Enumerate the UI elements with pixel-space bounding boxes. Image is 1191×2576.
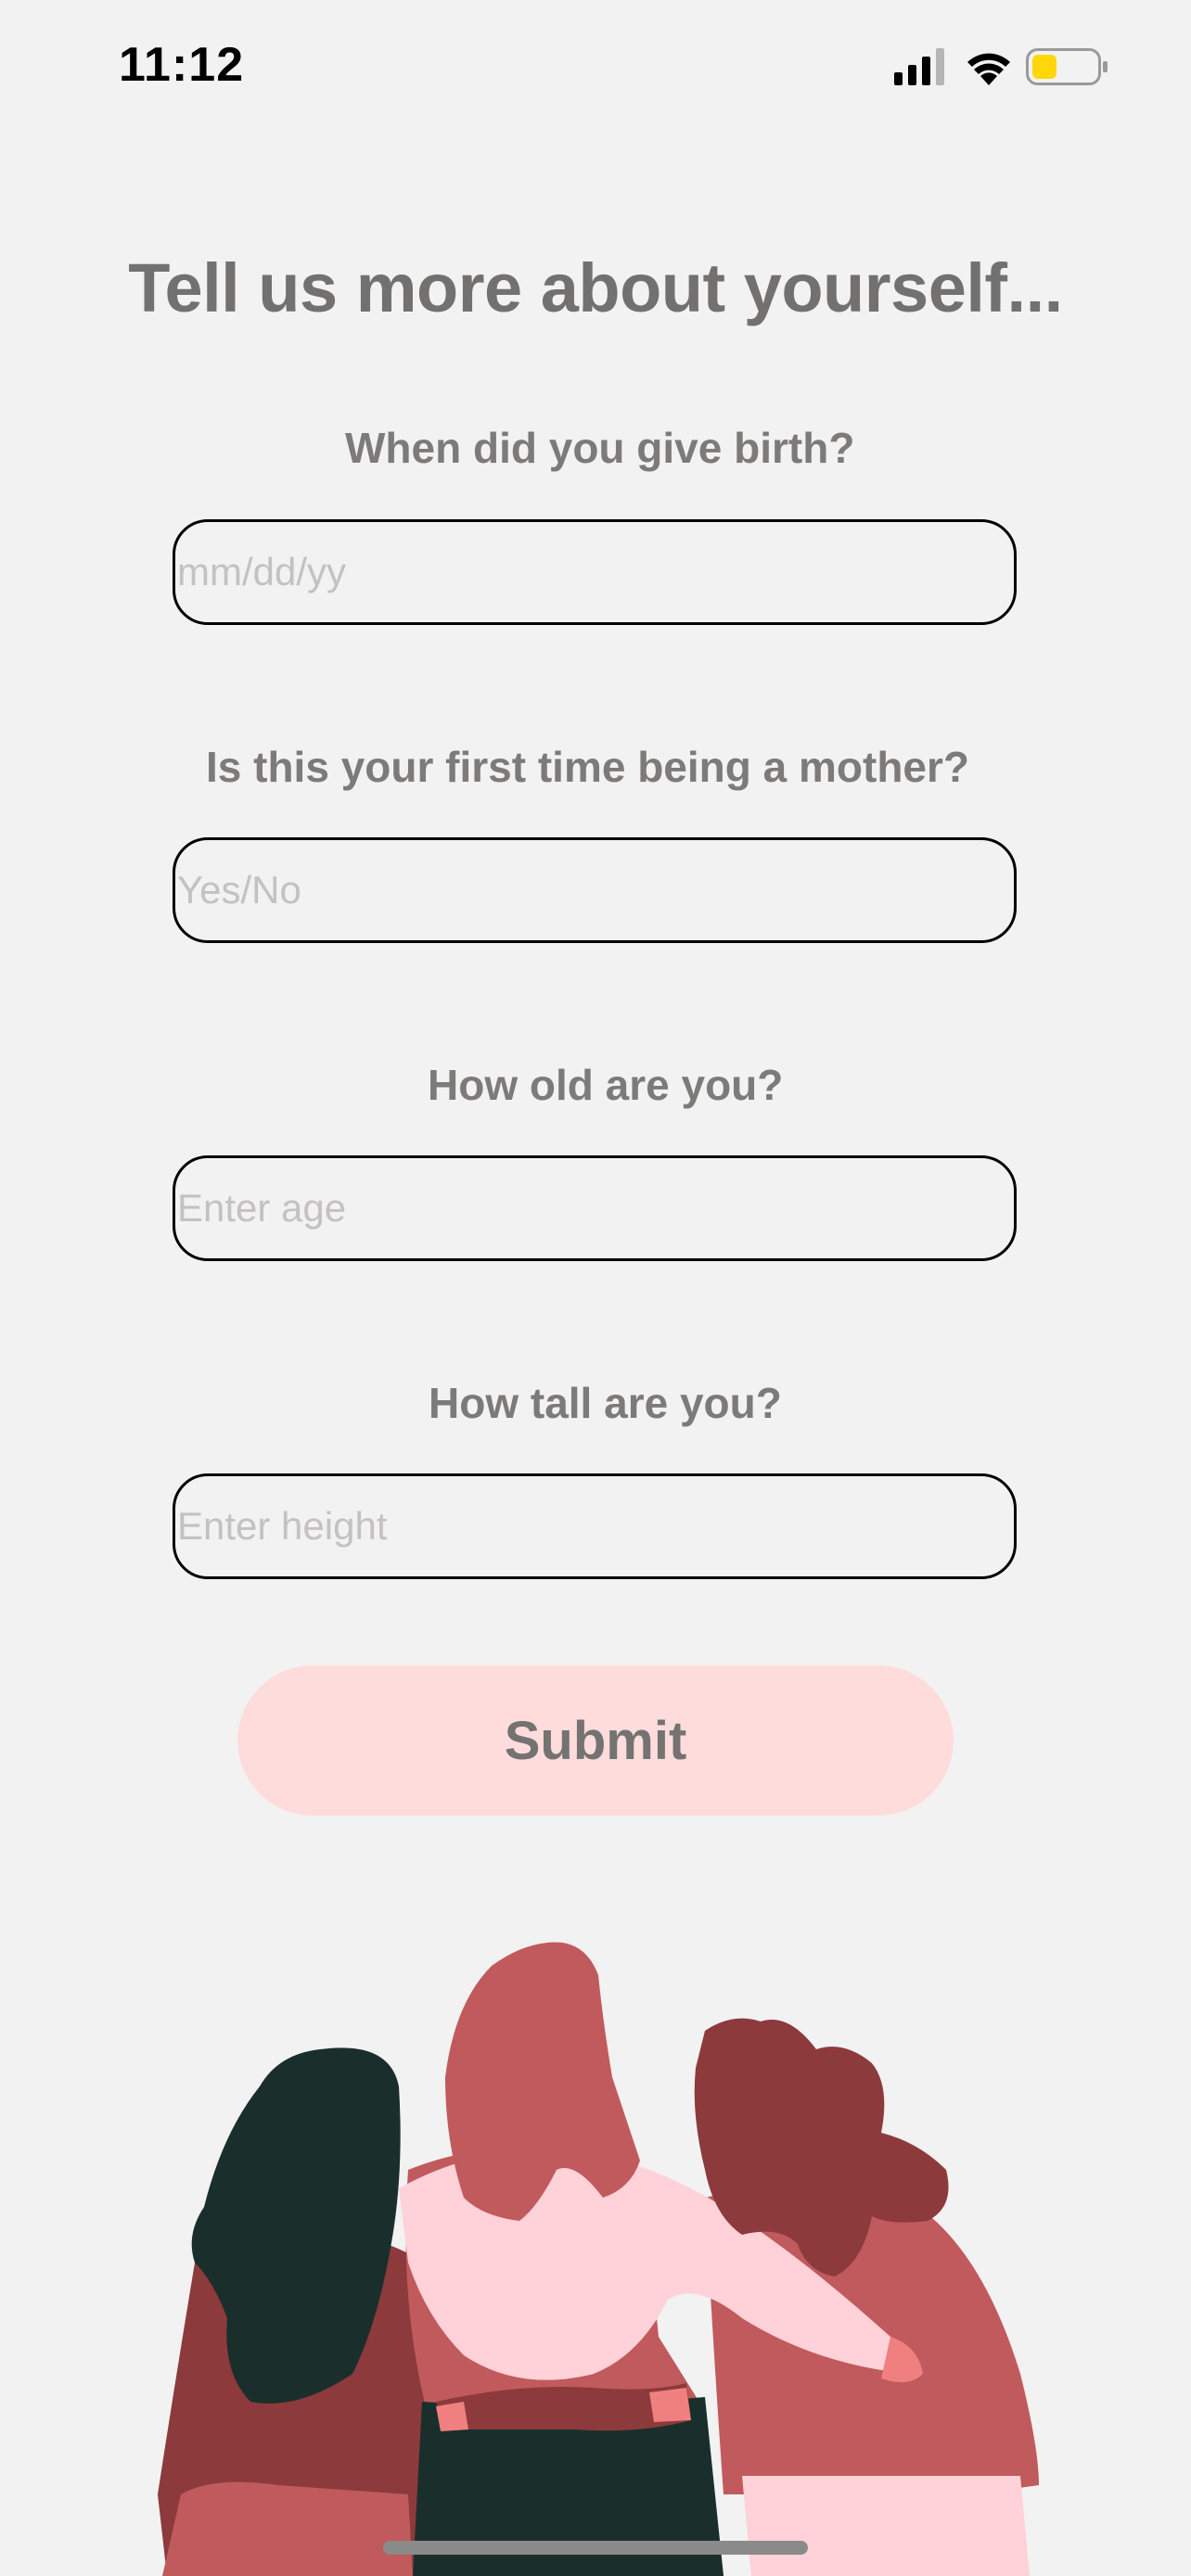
first-time-mother-input[interactable] (173, 837, 1017, 943)
birth-date-input[interactable] (173, 519, 1017, 625)
battery-icon (1026, 48, 1108, 85)
status-bar: 11:12 (0, 0, 1191, 130)
height-input[interactable] (173, 1473, 1017, 1579)
question-first-time-mother: Is this your first time being a mother? (206, 743, 970, 791)
home-indicator (383, 2541, 808, 2555)
question-height: How tall are you? (429, 1379, 782, 1427)
age-input[interactable] (173, 1155, 1017, 1261)
signal-icon (894, 48, 944, 85)
page-title: Tell us more about yourself... (128, 249, 1063, 326)
wifi-icon (967, 53, 1010, 85)
question-birth-date: When did you give birth? (345, 424, 855, 472)
submit-button[interactable]: Submit (237, 1665, 954, 1816)
women-hugging-illustration (158, 1942, 1039, 2576)
question-age: How old are you? (428, 1061, 784, 1109)
status-time: 11:12 (119, 38, 245, 92)
status-icons (894, 45, 1117, 91)
